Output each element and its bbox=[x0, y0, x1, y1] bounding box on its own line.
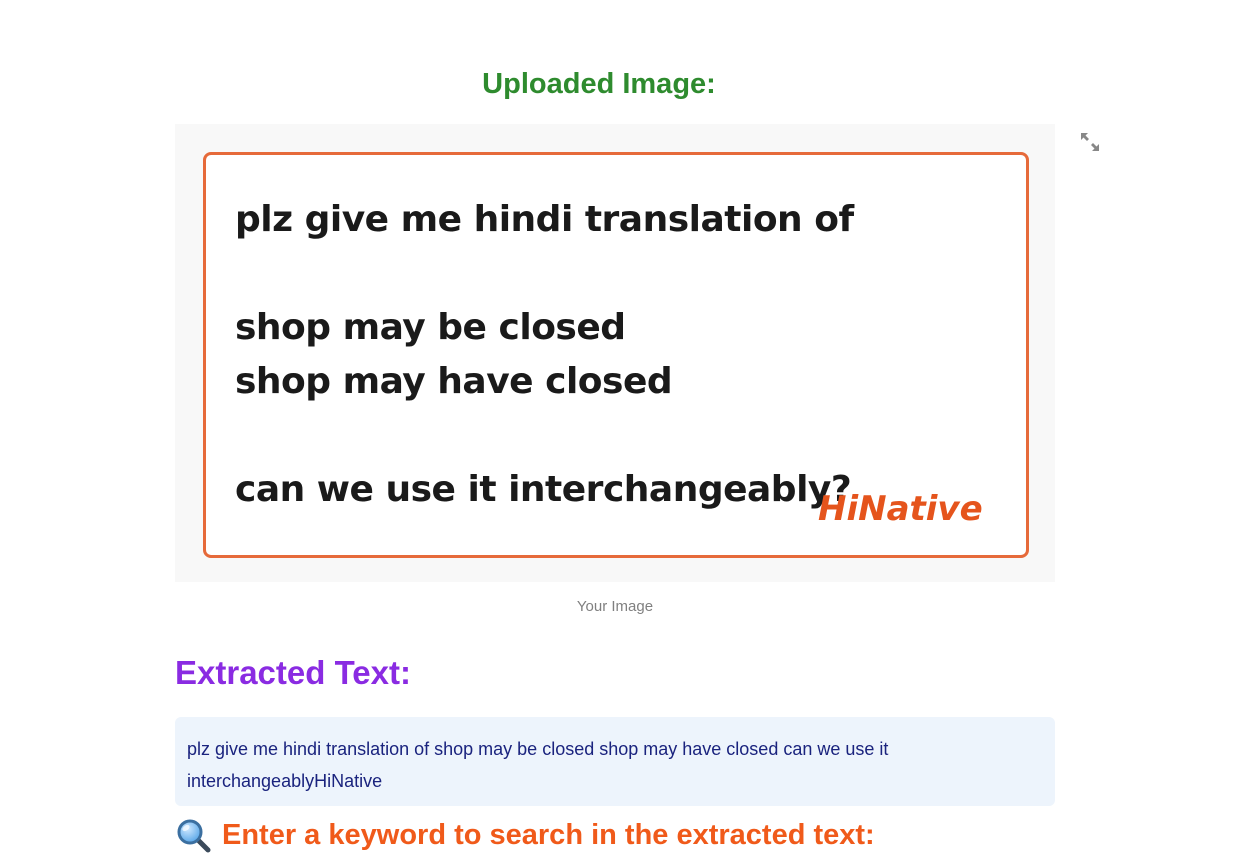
hinative-logo: HiNative bbox=[818, 489, 983, 529]
image-text-line: shop may have closed bbox=[235, 361, 673, 402]
image-card: plz give me hindi translation of shop ma… bbox=[203, 152, 1029, 558]
extracted-text-heading: Extracted Text: bbox=[175, 654, 411, 691]
image-text-line: plz give me hindi translation of bbox=[235, 199, 854, 240]
fullscreen-icon[interactable] bbox=[1079, 131, 1101, 153]
image-caption: Your Image bbox=[576, 598, 654, 615]
search-heading: Enter a keyword to search in the extract… bbox=[177, 818, 875, 853]
magnifying-glass-icon bbox=[177, 819, 211, 853]
search-heading-label: Enter a keyword to search in the extract… bbox=[222, 818, 875, 851]
uploaded-image-heading: Uploaded Image: bbox=[482, 68, 716, 100]
extracted-text-box: plz give me hindi translation of shop ma… bbox=[175, 717, 1055, 806]
image-text-line: can we use it interchangeably? bbox=[235, 469, 852, 510]
image-text-line: shop may be closed bbox=[235, 307, 626, 348]
page: Uploaded Image: plz give me hindi transl… bbox=[0, 0, 1256, 861]
uploaded-image: plz give me hindi translation of shop ma… bbox=[175, 124, 1055, 582]
